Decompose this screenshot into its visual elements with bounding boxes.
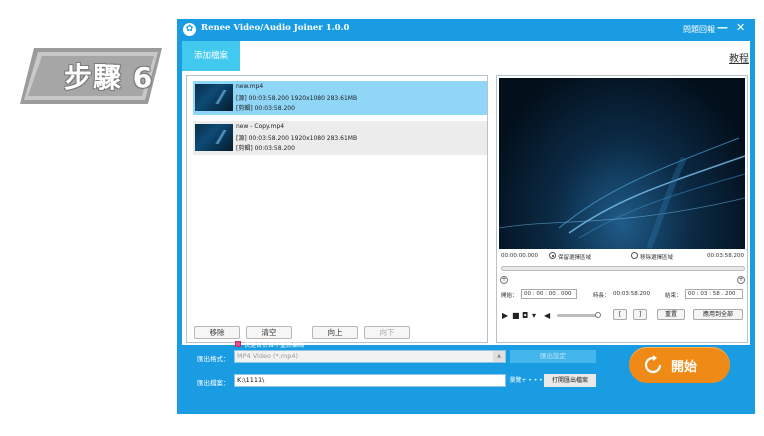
video-preview[interactable] — [499, 78, 745, 249]
minimize-button[interactable]: — — [717, 21, 728, 34]
file-list-panel: new.mp4 [源] 00:03:58.200 1920x1080 283.6… — [186, 75, 488, 343]
video-thumbnail — [195, 124, 233, 151]
volume-knob[interactable] — [595, 312, 601, 318]
play-icon[interactable]: ▶ — [502, 311, 508, 320]
apply-to-all-button[interactable]: 應用到全部 — [693, 309, 743, 320]
file-name: new.mp4 — [236, 83, 264, 90]
volume-slider[interactable] — [557, 314, 597, 317]
trim-end-handle[interactable]: + — [737, 276, 745, 284]
reset-button[interactable]: 重置 — [657, 309, 685, 320]
move-down-button[interactable]: 向下 — [364, 326, 410, 339]
volume-icon[interactable]: ◀ — [544, 311, 550, 320]
title-bar: ✿ Renee Video/Audio Joiner 1.0.0 問題回報 — … — [177, 19, 755, 41]
preview-panel: 00:00:00.000 保留選擇區域 移除選擇區域 00:03:58.200 … — [496, 75, 748, 343]
browse-button[interactable]: 瀏覽+ • • • — [508, 374, 544, 387]
file-name: new - Copy.mp4 — [236, 123, 285, 130]
camera-icon[interactable]: ◘ — [522, 311, 528, 320]
open-output-folder-button[interactable]: 打開匯出檔案 — [544, 374, 596, 387]
keep-selection-radio[interactable] — [549, 252, 556, 259]
add-file-button[interactable]: 添加檔案 — [182, 41, 240, 71]
step-label: 步驟 6 — [64, 61, 154, 94]
app-window: ✿ Renee Video/Audio Joiner 1.0.0 問題回報 — … — [177, 19, 755, 414]
trim-start-handle[interactable]: + — [500, 276, 508, 284]
refresh-icon — [644, 355, 662, 374]
close-button[interactable]: ✕ — [736, 21, 745, 34]
start-label: 開始 — [671, 360, 698, 375]
file-clip-info: [剪輯] 00:03:58.200 — [236, 105, 295, 112]
keep-selection-label: 保留選擇區域 — [558, 255, 592, 261]
chevron-down-icon[interactable]: ▲ — [493, 351, 505, 362]
file-item-new[interactable]: new.mp4 [源] 00:03:58.200 1920x1080 283.6… — [193, 81, 487, 115]
output-folder-label: 匯出檔案： — [197, 379, 230, 387]
mark-start-button[interactable]: [ — [613, 309, 627, 320]
end-time-label: 結束： — [665, 293, 682, 299]
start-time-label: 開始： — [501, 293, 518, 299]
fast-merge-checkbox[interactable] — [235, 341, 241, 347]
duration-label: 時長： — [593, 293, 610, 299]
chevron-down-icon[interactable]: ▾ — [532, 311, 536, 320]
clear-button[interactable]: 清空 — [246, 326, 292, 339]
fast-merge-label: 快速合併且不重新編碼 — [244, 342, 305, 349]
video-frame-art — [499, 137, 745, 249]
file-source-info: [源] 00:03:58.200 1920x1080 283.61MB — [236, 95, 358, 102]
remove-selection-label: 移除選擇區域 — [640, 255, 674, 261]
timeline-slider[interactable] — [501, 266, 745, 271]
start-button[interactable]: 開始 — [629, 347, 730, 383]
output-folder-input[interactable]: K:\1111\ — [234, 374, 506, 387]
file-item-new-copy[interactable]: new - Copy.mp4 [源] 00:03:58.200 1920x108… — [193, 121, 487, 155]
main-content: 添加檔案 教程 new.mp4 [源] 00:03:58.200 1920x10… — [182, 41, 750, 345]
video-thumbnail — [195, 84, 233, 111]
app-logo-icon: ✿ — [183, 23, 196, 36]
timeline-end-time: 00:03:58.200 — [707, 253, 744, 259]
mark-end-button[interactable]: ] — [633, 309, 647, 320]
remove-selection-radio[interactable] — [631, 252, 638, 259]
move-up-button[interactable]: 向上 — [312, 326, 358, 339]
output-settings-button[interactable]: 匯出設定 — [510, 350, 596, 363]
window-title: Renee Video/Audio Joiner 1.0.0 — [201, 23, 350, 33]
timeline-start-time: 00:00:00.000 — [501, 253, 538, 259]
remove-button[interactable]: 移除 — [194, 326, 240, 339]
help-button[interactable]: 問題回報 — [683, 24, 715, 35]
end-time-input[interactable]: 00 : 03 : 58 . 200 — [685, 289, 743, 299]
tutorial-link[interactable]: 教程 — [729, 50, 749, 65]
duration-value: 00:03:58.200 — [613, 291, 650, 297]
file-source-info: [源] 00:03:58.200 1920x1080 283.61MB — [236, 135, 358, 142]
format-select[interactable]: MP4 Video (*.mp4) — [234, 350, 506, 363]
start-time-input[interactable]: 00 : 00 : 00 . 000 — [521, 289, 577, 299]
format-label: 匯出格式： — [197, 355, 230, 363]
file-clip-info: [剪輯] 00:03:58.200 — [236, 145, 295, 152]
step-badge: 步驟 6 — [20, 42, 168, 110]
stop-icon[interactable]: ■ — [512, 311, 520, 320]
